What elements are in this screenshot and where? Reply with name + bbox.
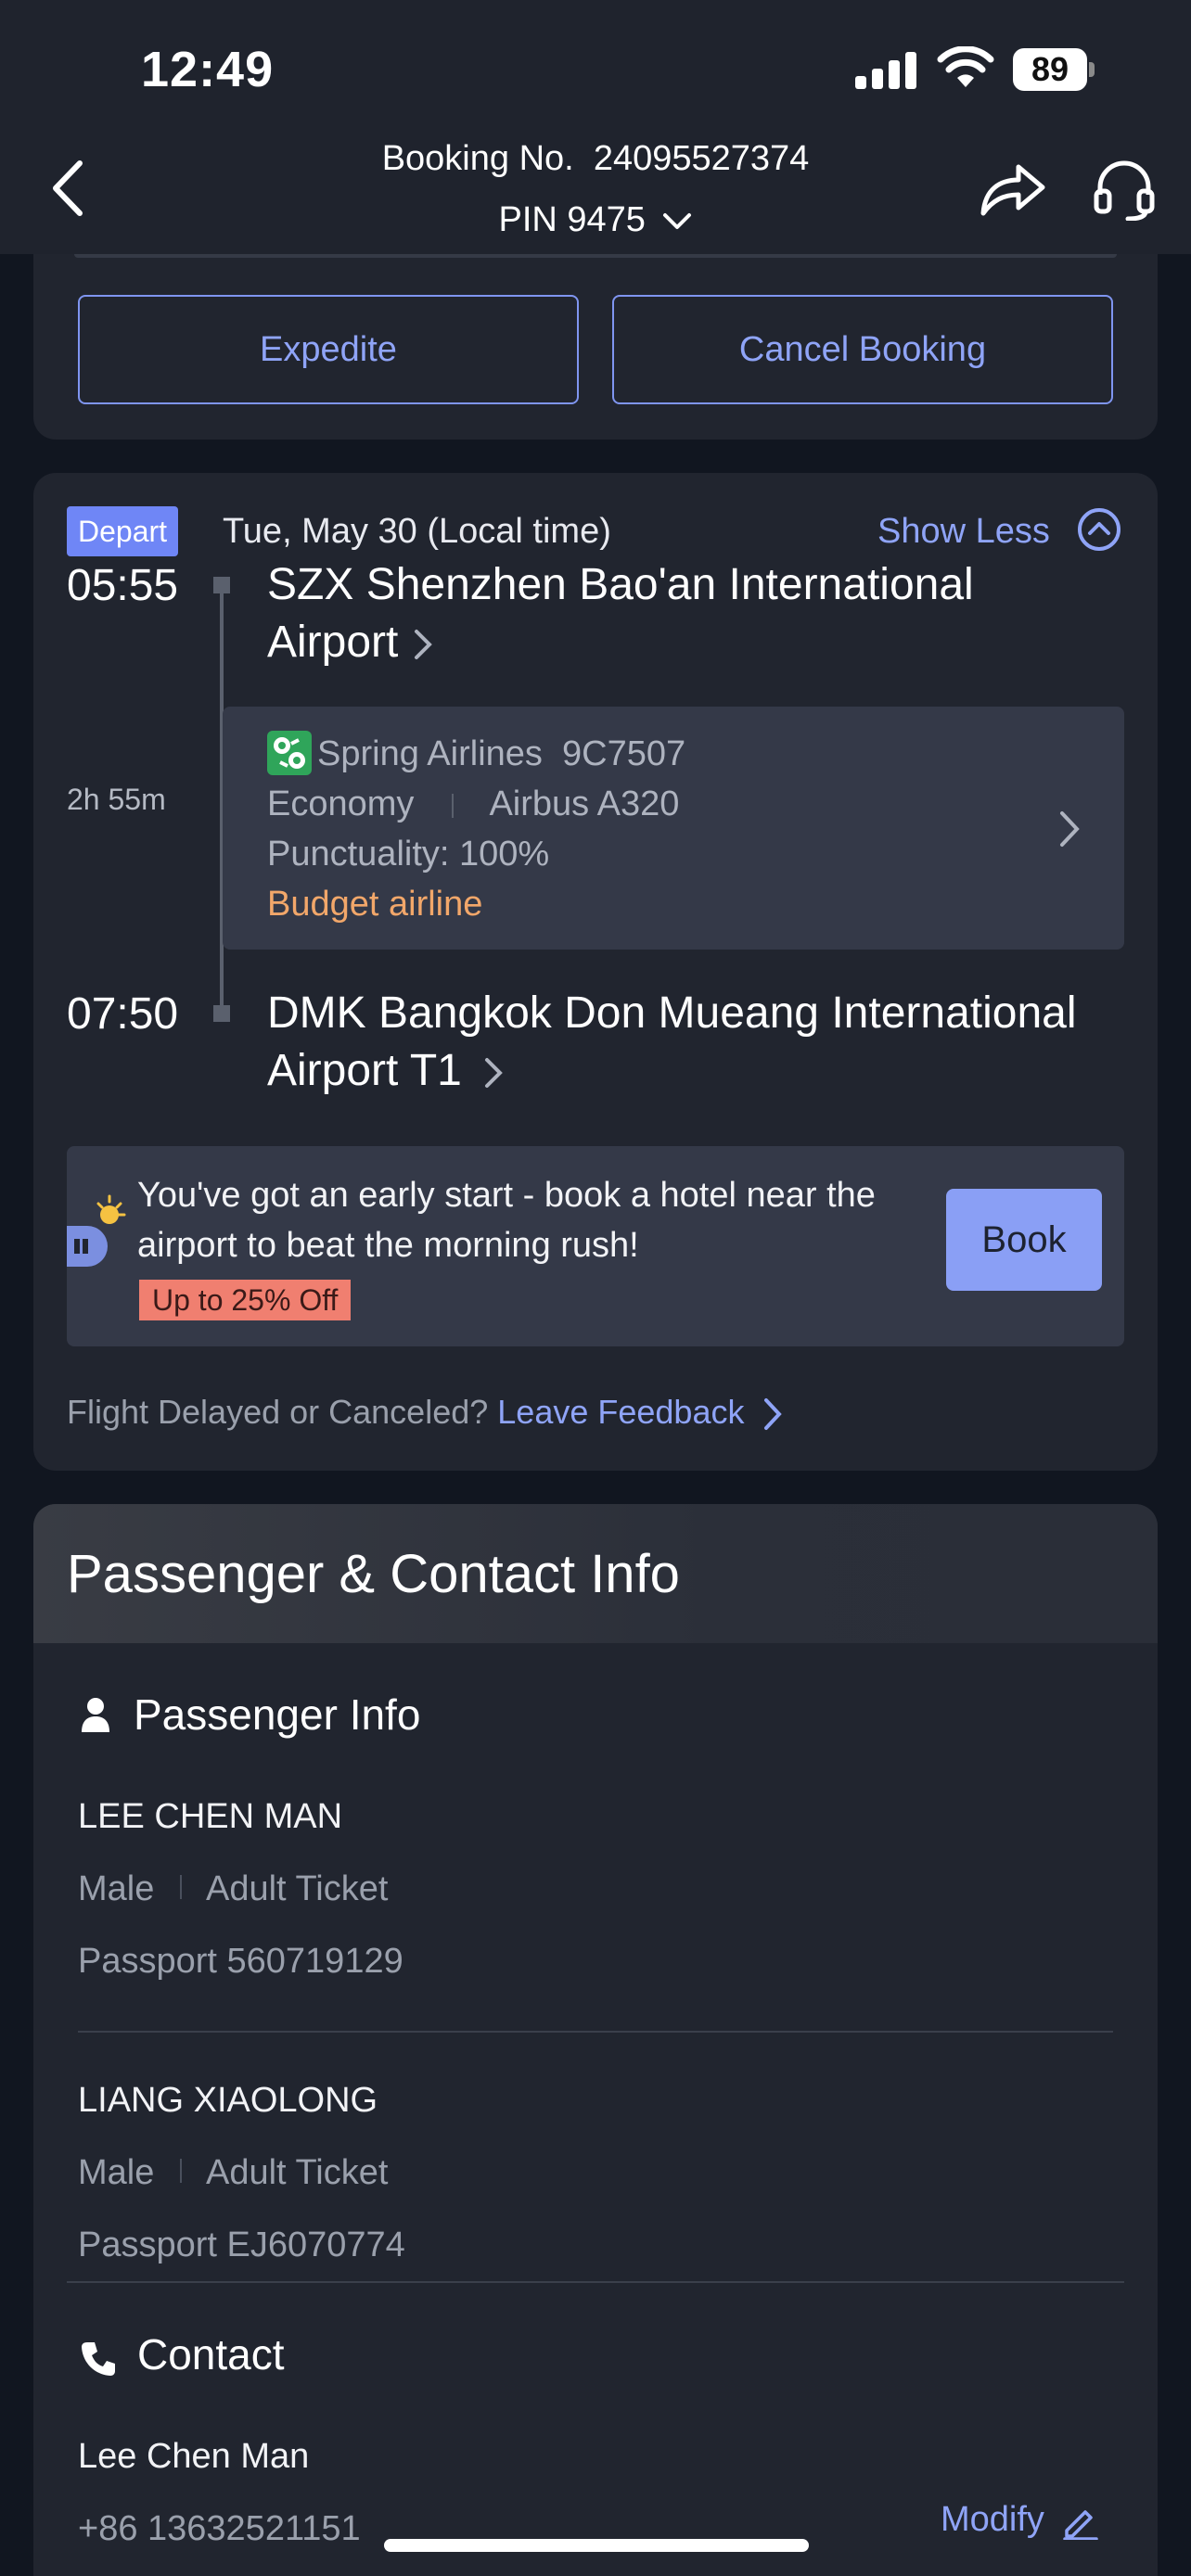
status-time: 12:49: [141, 42, 275, 97]
cancel-booking-button[interactable]: Cancel Booking: [612, 295, 1113, 404]
show-less-link[interactable]: Show Less: [877, 512, 1050, 552]
delay-question: Flight Delayed or Canceled?: [67, 1393, 489, 1431]
home-indicator: [384, 2539, 809, 2552]
separator: [180, 1875, 182, 1899]
arrival-time: 07:50: [67, 989, 179, 1039]
departure-airport-line1: SZX Shenzhen Bao'an International: [267, 560, 974, 609]
cellular-signal-icon: [855, 52, 918, 89]
passenger-info-title: Passenger Info: [134, 1690, 421, 1739]
passenger-ticket-type: Adult Ticket: [206, 1869, 389, 1908]
cabin-aircraft: Economy Airbus A320: [267, 784, 679, 824]
arrival-airport[interactable]: DMK Bangkok Don Mueang International Air…: [267, 985, 1077, 1100]
chevron-up-circle-icon[interactable]: [1076, 506, 1122, 553]
passenger-passport: Passport 560719129: [78, 1942, 403, 1981]
feedback-row: Flight Delayed or Canceled? Leave Feedba…: [67, 1393, 787, 1433]
passenger-passport: Passport EJ6070774: [78, 2225, 405, 2264]
passenger-gender: Male: [78, 2153, 155, 2192]
top-bar: 12:49 89 Booking No. 24095527374 PIN 947…: [0, 0, 1191, 254]
edit-pencil-icon: [1063, 2510, 1099, 2541]
spring-airlines-logo-icon: [267, 731, 312, 775]
chevron-right-icon: [414, 630, 432, 660]
chevron-down-icon: [662, 212, 691, 229]
departure-time: 05:55: [67, 561, 179, 610]
passenger-contact-card: [33, 1504, 1158, 2576]
modify-label: Modify: [941, 2500, 1044, 2539]
contact-phone: +86 13632521151: [78, 2509, 361, 2548]
flight-number: 9C7507: [562, 734, 686, 773]
headset-icon[interactable]: [1093, 158, 1156, 221]
passenger-ticket-type: Adult Ticket: [206, 2153, 389, 2192]
discount-badge: Up to 25% Off: [139, 1280, 352, 1320]
modify-contact-link[interactable]: Modify: [941, 2500, 1099, 2541]
share-icon[interactable]: [978, 159, 1046, 217]
booking-number-value: 24095527374: [593, 139, 810, 178]
passenger-gender: Male: [78, 1869, 155, 1908]
expedite-button[interactable]: Expedite: [78, 295, 579, 404]
contact-title: Contact: [137, 2330, 285, 2378]
battery-icon: 89: [1013, 48, 1095, 91]
separator: [451, 793, 454, 818]
wifi-icon: [937, 46, 994, 87]
departure-node: [213, 577, 230, 593]
passenger-name: LIANG XIAOLONG: [78, 2081, 378, 2120]
chevron-right-icon[interactable]: [759, 1396, 787, 1433]
budget-airline-tag: Budget airline: [267, 885, 483, 924]
pin-label: PIN 9475: [498, 200, 646, 239]
booking-label: Booking No.: [381, 139, 574, 178]
punctuality: Punctuality: 100%: [267, 835, 550, 874]
promo-text: You've got an early start - book a hotel…: [137, 1176, 876, 1265]
section-title: Passenger & Contact Info: [67, 1544, 680, 1604]
hotel-sun-icon: [67, 1194, 126, 1267]
arrival-airport-line2: Airport T1: [267, 1046, 462, 1095]
aircraft-type: Airbus A320: [489, 784, 680, 823]
flight-date: Tue, May 30 (Local time): [223, 512, 611, 551]
contact-name: Lee Chen Man: [78, 2437, 310, 2476]
divider: [78, 2031, 1113, 2033]
chevron-right-icon: [485, 1058, 504, 1089]
chevron-right-icon: [1060, 811, 1080, 847]
battery-level: 89: [1013, 48, 1087, 91]
cabin-class: Economy: [267, 784, 415, 823]
passenger-name: LEE CHEN MAN: [78, 1797, 343, 1836]
airline-info: Spring Airlines 9C7507: [317, 734, 685, 774]
departure-airport[interactable]: SZX Shenzhen Bao'an International Airpor…: [267, 556, 974, 671]
person-icon: [82, 1698, 109, 1732]
airline-name: Spring Airlines: [317, 734, 543, 773]
departure-airport-line2: Airport: [267, 618, 399, 667]
separator: [180, 2159, 182, 2183]
leave-feedback-link[interactable]: Leave Feedback: [497, 1393, 744, 1431]
flight-duration: 2h 55m: [67, 783, 166, 816]
book-hotel-button[interactable]: Book: [946, 1189, 1102, 1291]
arrival-airport-line1: DMK Bangkok Don Mueang International: [267, 988, 1077, 1038]
phone-icon: [82, 2342, 115, 2376]
depart-badge: Depart: [67, 506, 179, 556]
divider: [67, 2281, 1124, 2283]
arrival-node: [213, 1005, 230, 1022]
